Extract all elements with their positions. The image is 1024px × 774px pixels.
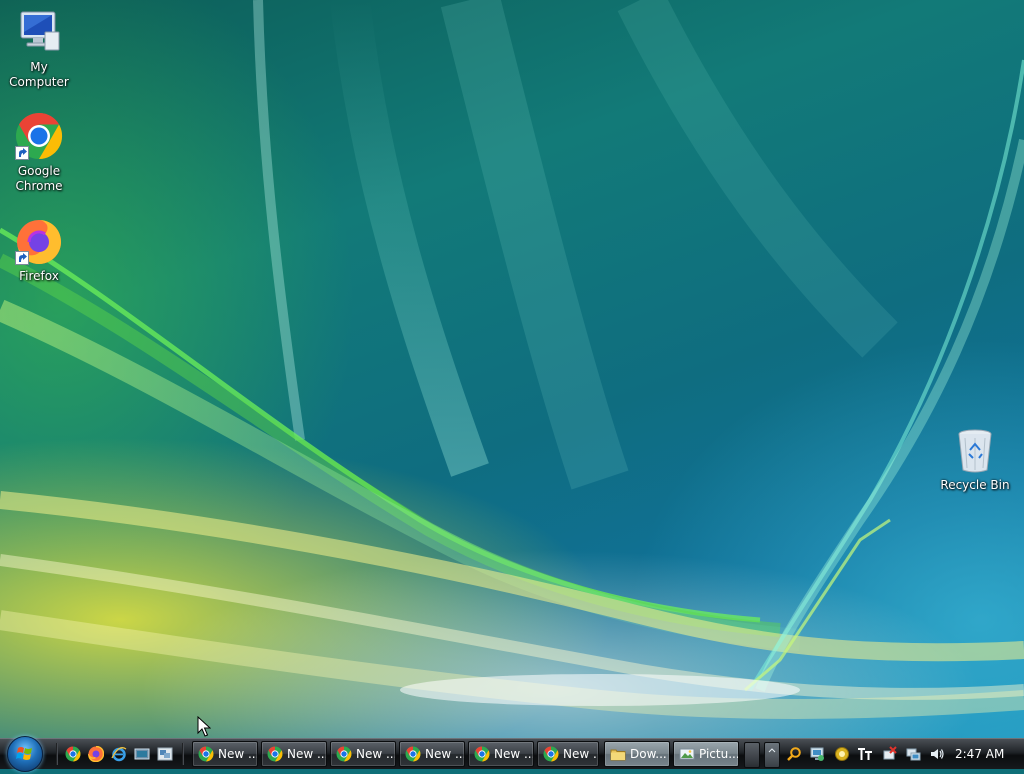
firefox-icon xyxy=(15,217,63,265)
tray-font[interactable] xyxy=(857,746,873,762)
chrome-icon xyxy=(65,746,81,762)
search-icon xyxy=(787,747,801,761)
quick-launch-chrome[interactable] xyxy=(65,746,81,762)
tray-update[interactable] xyxy=(834,746,850,762)
firefox-icon xyxy=(87,745,105,763)
desktop-icon-label: Recycle Bin xyxy=(940,478,1010,492)
switch-windows-icon xyxy=(157,747,173,761)
desktop-icon-google-chrome[interactable]: Google Chrome xyxy=(1,112,77,194)
tray-volume[interactable] xyxy=(929,746,945,762)
taskbar-button-label: Dow... xyxy=(630,747,667,761)
chrome-icon xyxy=(267,746,283,762)
taskbar-button-chrome[interactable]: New ... xyxy=(330,741,396,767)
taskbar-button-chrome[interactable]: New ... xyxy=(537,741,599,767)
tray-safely-remove[interactable] xyxy=(881,746,897,762)
recycle-bin-icon xyxy=(951,426,999,474)
network-icon xyxy=(906,748,921,761)
desktop-icon-firefox[interactable]: Firefox xyxy=(1,217,77,284)
chrome-icon xyxy=(198,746,214,762)
desktop-icon-label: My Computer xyxy=(9,60,69,89)
network-monitor-icon xyxy=(810,747,824,761)
taskbar-divider xyxy=(56,743,58,765)
desktop-wallpaper xyxy=(0,0,1024,768)
internet-explorer-icon xyxy=(111,747,127,762)
tray-search[interactable] xyxy=(786,746,802,762)
font-icon xyxy=(858,748,872,760)
taskbar-button-chrome[interactable]: New ... xyxy=(399,741,465,767)
desktop-icon-label: Google Chrome xyxy=(15,164,63,193)
picture-viewer-icon xyxy=(679,748,695,760)
taskbar-button-downloads[interactable]: Dow... xyxy=(604,741,670,767)
start-button[interactable] xyxy=(7,736,43,772)
quick-launch-switch-windows[interactable] xyxy=(157,746,173,762)
taskbar-button-label: New ... xyxy=(425,747,465,761)
update-icon xyxy=(835,747,849,761)
taskbar-button-picture-viewer[interactable]: Pictu... xyxy=(673,741,739,767)
shortcut-arrow-icon xyxy=(15,251,29,265)
computer-icon xyxy=(15,8,63,56)
chrome-icon xyxy=(336,746,352,762)
folder-icon xyxy=(610,749,626,761)
taskbar-scroll-arrow[interactable] xyxy=(764,742,780,768)
tray-network[interactable] xyxy=(905,746,921,762)
taskbar-button-chrome[interactable]: New ... xyxy=(261,741,327,767)
quick-launch-internet-explorer[interactable] xyxy=(111,746,127,762)
quick-launch-show-desktop[interactable] xyxy=(134,746,150,762)
taskbar: New ... New ... New ... New ... New ... … xyxy=(0,736,1024,772)
taskbar-button-label: New ... xyxy=(494,747,534,761)
taskbar-divider xyxy=(182,743,184,765)
taskbar-button-label: New ... xyxy=(218,747,258,761)
taskbar-button-label: Pictu... xyxy=(699,747,739,761)
desktop-icon-label: Firefox xyxy=(19,269,59,283)
mouse-cursor-icon xyxy=(197,716,211,737)
quick-launch-firefox[interactable] xyxy=(87,745,105,763)
taskbar-button-label: New ... xyxy=(563,747,598,761)
shortcut-arrow-icon xyxy=(15,146,29,160)
chrome-icon xyxy=(405,746,421,762)
chrome-icon xyxy=(474,746,490,762)
taskbar-button-chrome[interactable]: New ... xyxy=(468,741,534,767)
volume-icon xyxy=(931,749,944,759)
show-desktop-icon xyxy=(134,748,150,760)
desktop-icon-my-computer[interactable]: My Computer xyxy=(1,8,77,90)
chevron-up-icon xyxy=(768,748,776,753)
safely-remove-icon xyxy=(883,746,897,760)
tray-network-monitor[interactable] xyxy=(809,746,825,762)
taskbar-button-label: New ... xyxy=(287,747,327,761)
windows-logo-icon xyxy=(16,747,32,760)
taskbar-scroll[interactable] xyxy=(744,742,760,768)
chrome-icon xyxy=(15,112,63,160)
desktop-icon-recycle-bin[interactable]: Recycle Bin xyxy=(937,426,1013,493)
taskbar-button-chrome[interactable]: New ... xyxy=(192,741,258,767)
taskbar-button-label: New ... xyxy=(356,747,396,761)
chrome-icon xyxy=(543,746,559,762)
taskbar-clock[interactable]: 2:47 AM xyxy=(955,747,1004,761)
